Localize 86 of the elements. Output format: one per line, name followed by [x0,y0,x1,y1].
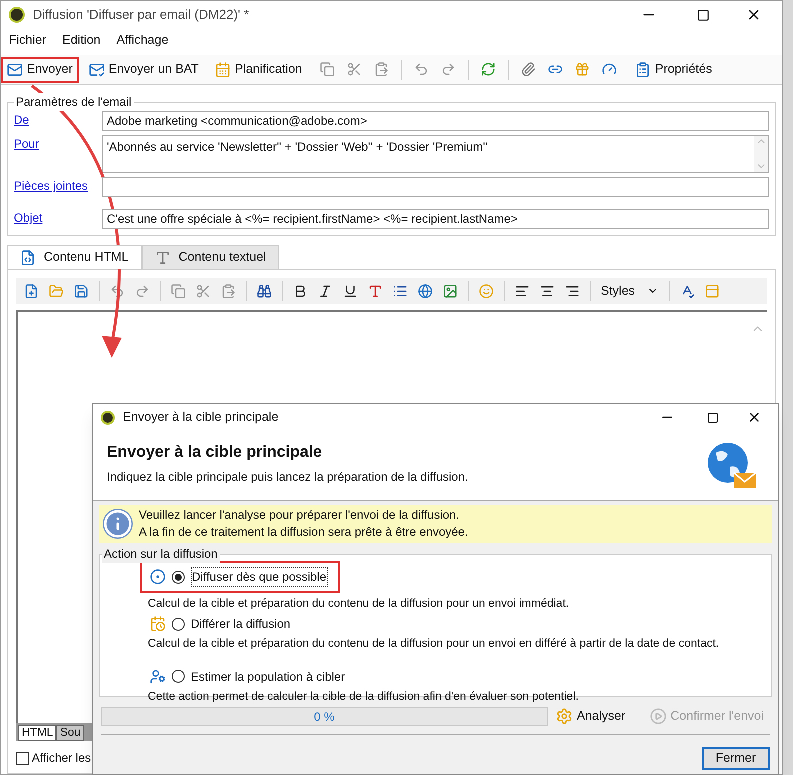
dialog-subheading: Indiquez la cible principale puis lancez la préparation de la diffusion. [107,469,470,486]
recipients-field[interactable]: 'Abonnés au service 'Newsletter'' + 'Dossier 'Web'' + 'Dossier 'Premium'' [102,135,769,173]
align-left-icon[interactable] [515,284,530,298]
calendar-clock-icon [150,616,166,632]
paste-icon[interactable] [374,62,390,77]
progress-reading: 0 % [314,708,335,726]
close-button[interactable]: Fermer [702,747,770,770]
refresh-icon[interactable] [481,62,496,77]
gauge-icon[interactable] [602,62,618,77]
envelope-check-icon [88,62,105,78]
checkbox-label: Afficher les [32,750,92,767]
editor-tab[interactable]: Contenu textuel [142,245,280,269]
paste-icon[interactable] [221,284,236,298]
window-title: Diffusion 'Diffuser par email (DM22)' * [33,6,250,24]
option-description: Calcul de la cible et préparation du contenu de la diffusion pour un envoi immédiat. [148,597,570,612]
bold-icon[interactable] [293,284,308,298]
field-link[interactable]: Pour [14,135,94,173]
binoculars-icon[interactable] [257,284,272,298]
field-value: 'Abonnés au service 'Newsletter'' + 'Dossier 'Web'' + 'Dossier 'Premium'' [106,139,489,156]
user-gear-icon [150,668,166,684]
cut-icon[interactable] [347,62,362,77]
align-center-icon[interactable] [540,284,555,298]
play-icon [650,708,667,725]
option-description: Cette action permet de calculer la cible de la diffusion afin d'en évaluer son potentiel. [148,690,580,704]
maximize-icon[interactable] [707,412,719,424]
app-logo-icon [9,7,25,23]
copy-icon[interactable] [171,284,186,298]
paperclip-icon[interactable] [521,62,536,77]
app-logo-icon [101,410,115,424]
field-link[interactable]: De [14,111,94,131]
copy-icon[interactable] [320,62,336,77]
letter-icon [154,250,171,266]
new-file-icon[interactable] [24,284,39,298]
view-tab[interactable]: Sou [56,725,84,741]
editor-tab[interactable]: Contenu HTML [7,245,142,269]
document-icon [20,250,36,266]
image-icon[interactable] [443,284,458,298]
radio-button[interactable] [172,570,185,584]
list-icon[interactable] [393,284,408,298]
field-link[interactable]: Objet [14,209,94,229]
undo-icon[interactable] [414,62,430,77]
text-field[interactable]: C'est une offre spéciale à <%= recipient.firstName> <%= recipient.lastName> [102,209,769,229]
underline-icon[interactable] [343,284,358,298]
undo-icon[interactable] [110,284,125,298]
info-text: Veuillez lancer l'analyse pour préparer l'envoi de la diffusion. [139,507,461,524]
dialog-heading: Envoyer à la cible principale [107,443,324,463]
analyse-button[interactable]: Analyser [556,707,626,726]
spellcheck-icon[interactable] [680,284,696,298]
envelope-icon [7,62,23,78]
checkbox[interactable] [16,752,29,764]
menu-item[interactable]: Affichage [116,30,169,50]
menu-item[interactable]: Edition [62,30,101,50]
toolbar-button[interactable]: Propriétés [629,56,718,82]
close-icon[interactable] [747,410,762,425]
info-icon [103,509,133,539]
cut-icon[interactable] [196,284,211,298]
info-text: A la fin de ce traitement la diffusion sera prête à être envoyée. [139,524,468,541]
toolbar-button[interactable]: Envoyer un BAT [82,56,205,82]
toolbar-button[interactable]: Planification [208,56,308,82]
radio-label: Différer la diffusion [191,616,291,634]
target-icon [150,569,166,585]
menu-item[interactable]: Fichier [9,30,47,50]
radio-button[interactable] [172,670,185,683]
redo-icon[interactable] [135,284,150,298]
clipboard-icon [635,62,652,78]
view-tab[interactable]: HTML [18,725,56,741]
text-color-icon[interactable] [368,284,383,298]
field-link[interactable]: Pièces jointes [14,177,94,197]
group-title: Paramètres de l'email [14,93,134,111]
option-description: Calcul de la cible et préparation du contenu de la diffusion pour un envoi en différé à partir de la date de contact. [148,637,720,652]
radio-button[interactable] [172,618,185,631]
radio-label: Diffuser dès que possible [191,567,328,587]
styles-dropdown[interactable]: Styles [601,282,660,300]
radio-label: Estimer la population à cibler [191,668,346,686]
gear-icon [556,708,573,725]
text-field[interactable]: Adobe marketing <communication@adobe.com> [102,111,769,131]
maximize-icon[interactable] [697,8,710,22]
calendar-icon [214,62,231,78]
italic-icon[interactable] [318,284,333,298]
redo-icon[interactable] [441,62,456,77]
toolbar-button[interactable]: Envoyer [1,56,79,82]
align-right-icon[interactable] [565,284,580,298]
dialog-title: Envoyer à la cible principale [123,409,279,426]
save-icon[interactable] [74,284,89,298]
text-field[interactable] [102,177,769,197]
globe-icon[interactable] [418,284,433,298]
